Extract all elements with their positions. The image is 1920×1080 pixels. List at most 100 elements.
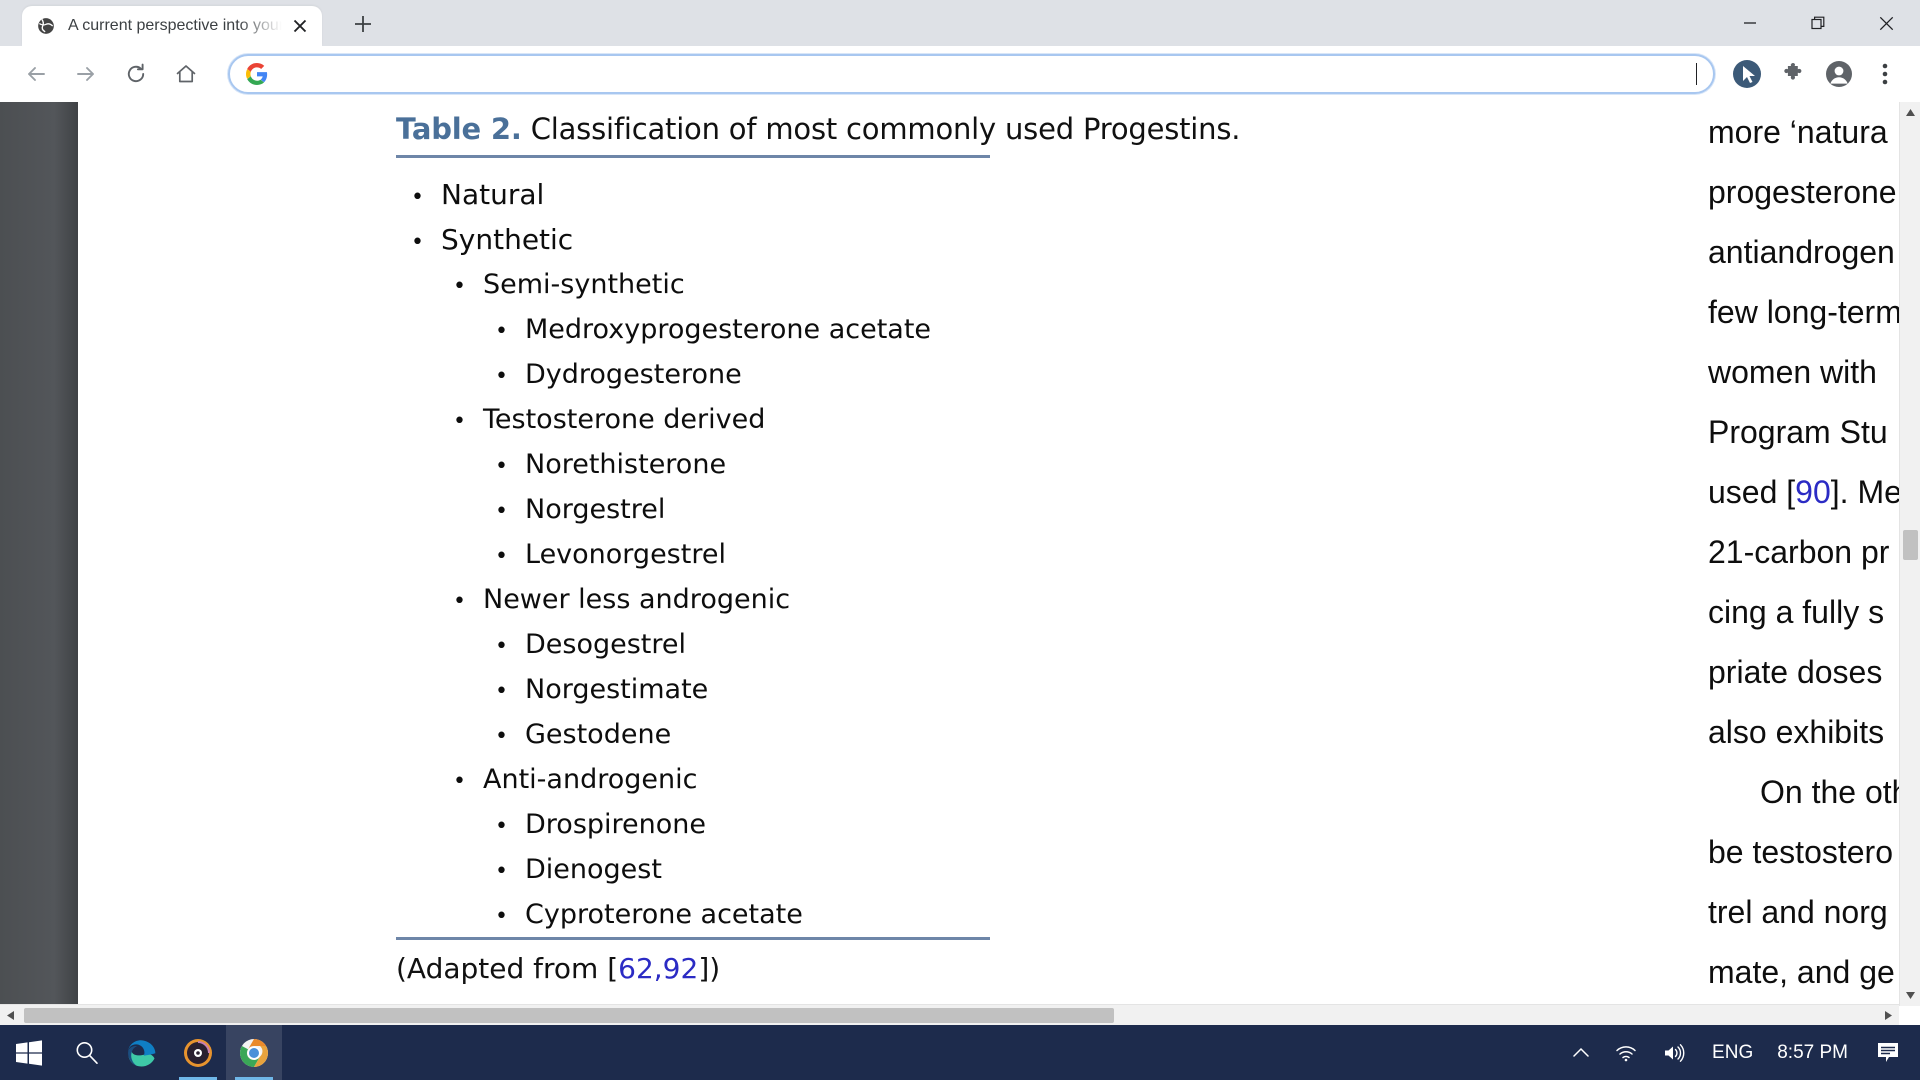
pdf-viewport: Table 2. Classification of most commonly… xyxy=(0,102,1920,1025)
browser-tab[interactable]: A current perspective into young xyxy=(22,6,322,46)
forward-arrow-icon[interactable] xyxy=(66,54,106,94)
new-tab-button[interactable] xyxy=(344,5,382,43)
bullet-icon xyxy=(453,757,466,804)
bullet-icon xyxy=(495,442,508,489)
bullet-icon xyxy=(495,532,508,579)
table-block: Table 2. Classification of most commonly… xyxy=(396,112,1240,985)
bullet-icon xyxy=(495,847,508,894)
scroll-right-arrow-icon[interactable] xyxy=(1878,1005,1899,1026)
bullet-icon xyxy=(411,217,424,265)
back-arrow-icon[interactable] xyxy=(16,54,56,94)
bullet-icon xyxy=(495,487,508,534)
minimize-icon[interactable] xyxy=(1716,0,1784,46)
puzzle-piece-icon[interactable] xyxy=(1773,54,1813,94)
list-item: Synthetic xyxy=(441,217,996,262)
list-item-label: Medroxyprogesterone acetate xyxy=(525,314,932,345)
bullet-icon xyxy=(495,892,508,939)
table-list: Natural Synthetic Semi-synthetic Medroxy… xyxy=(396,172,996,937)
record-disc-icon[interactable] xyxy=(170,1025,226,1080)
table-caption: Table 2. Classification of most commonly… xyxy=(396,112,1240,146)
body-line: progesterone xyxy=(1708,174,1897,210)
taskbar-apps xyxy=(0,1025,282,1080)
bullet-icon xyxy=(453,577,466,624)
language-indicator[interactable]: ENG xyxy=(1698,1025,1767,1080)
table-caption-text: Classification of most commonly used Pro… xyxy=(521,112,1241,146)
body-line: mate, and ge xyxy=(1708,954,1895,990)
list-item: Natural xyxy=(441,172,996,217)
list-item: Anti-androgenic xyxy=(483,757,996,802)
list-item: Dienogest xyxy=(525,847,996,892)
bullet-icon xyxy=(495,712,508,759)
list-item-label: Norgestimate xyxy=(525,674,709,705)
scroll-up-arrow-icon[interactable] xyxy=(1900,102,1920,123)
scroll-left-arrow-icon[interactable] xyxy=(0,1005,21,1026)
list-item-label: Drospirenone xyxy=(525,809,706,840)
taskbar-clock[interactable]: 8:57 PM xyxy=(1767,1025,1864,1080)
cursor-pointer-icon[interactable] xyxy=(1727,54,1767,94)
chevron-up-icon[interactable] xyxy=(1560,1025,1602,1080)
vertical-scrollbar-thumb[interactable] xyxy=(1903,530,1918,560)
horizontal-scrollbar-thumb[interactable] xyxy=(24,1008,1114,1023)
pdf-page: Table 2. Classification of most commonly… xyxy=(78,102,1920,1025)
body-line-suffix: ]. Me xyxy=(1830,474,1902,510)
bullet-icon xyxy=(453,262,466,309)
pdf-gutter xyxy=(0,102,78,1025)
bullet-icon xyxy=(495,622,508,669)
maximize-icon[interactable] xyxy=(1784,0,1852,46)
list-item-label: Gestodene xyxy=(525,719,672,750)
horizontal-scrollbar[interactable] xyxy=(0,1004,1899,1025)
citation-link[interactable]: 90 xyxy=(1795,474,1831,510)
notification-icon[interactable] xyxy=(1864,1025,1920,1080)
list-item-label: Desogestrel xyxy=(525,629,687,660)
caption-rule-top xyxy=(396,155,990,158)
text-caret xyxy=(1695,63,1697,85)
edge-icon[interactable] xyxy=(114,1025,170,1080)
citation-link[interactable]: 62,92 xyxy=(618,952,698,985)
list-item: Medroxyprogesterone acetate xyxy=(525,307,996,352)
body-line: On the oth xyxy=(1760,774,1910,810)
list-item: Gestodene xyxy=(525,712,996,757)
list-item: Dydrogesterone xyxy=(525,352,996,397)
system-tray: ENG 8:57 PM xyxy=(1560,1025,1920,1080)
scroll-down-arrow-icon[interactable] xyxy=(1900,985,1920,1006)
speaker-icon[interactable] xyxy=(1650,1025,1698,1080)
vertical-scrollbar[interactable] xyxy=(1899,102,1920,1006)
bullet-icon xyxy=(495,352,508,399)
three-dot-menu-icon[interactable] xyxy=(1865,54,1905,94)
list-item-label: Norethisterone xyxy=(525,449,727,480)
table-sublist: Norethisterone Norgestrel Levonorgestrel xyxy=(483,442,996,577)
globe-icon xyxy=(36,16,56,36)
list-item-label: Natural xyxy=(441,178,545,211)
bullet-icon xyxy=(495,802,508,849)
list-item: Cyproterone acetate xyxy=(525,892,996,937)
browser-window: A current perspective into young Table 2… xyxy=(0,0,1920,1025)
body-line: more ‘natura xyxy=(1708,114,1888,150)
search-icon[interactable] xyxy=(58,1025,114,1080)
tab-title: A current perspective into young xyxy=(68,17,286,34)
list-item-label: Dydrogesterone xyxy=(525,359,742,390)
close-icon[interactable] xyxy=(288,14,312,38)
list-item-label: Levonorgestrel xyxy=(525,539,726,570)
wifi-icon[interactable] xyxy=(1602,1025,1650,1080)
reload-icon[interactable] xyxy=(116,54,156,94)
bullet-icon xyxy=(453,397,466,444)
list-item-label: Norgestrel xyxy=(525,494,666,525)
body-line: also exhibits xyxy=(1708,714,1885,750)
windows-start-icon[interactable] xyxy=(0,1025,58,1080)
body-line: trel and norg xyxy=(1708,894,1888,930)
bullet-icon xyxy=(411,172,424,220)
source-note-prefix: (Adapted from [ xyxy=(396,952,619,985)
address-bar[interactable] xyxy=(228,54,1715,94)
home-icon[interactable] xyxy=(166,54,206,94)
table-sublist: Medroxyprogesterone acetate Dydrogestero… xyxy=(483,307,996,397)
table-number: Table 2. xyxy=(396,112,522,146)
close-icon[interactable] xyxy=(1852,0,1920,46)
list-item-label: Anti-androgenic xyxy=(483,764,698,795)
account-avatar-icon[interactable] xyxy=(1819,54,1859,94)
body-line-with-citation: used [90]. Me xyxy=(1708,462,1920,522)
table-source-note: (Adapted from [62,92]) xyxy=(396,952,996,985)
chrome-icon[interactable] xyxy=(226,1025,282,1080)
list-item: Desogestrel xyxy=(525,622,996,667)
list-item: Semi-synthetic xyxy=(483,262,996,307)
list-item: Norgestrel xyxy=(525,487,996,532)
